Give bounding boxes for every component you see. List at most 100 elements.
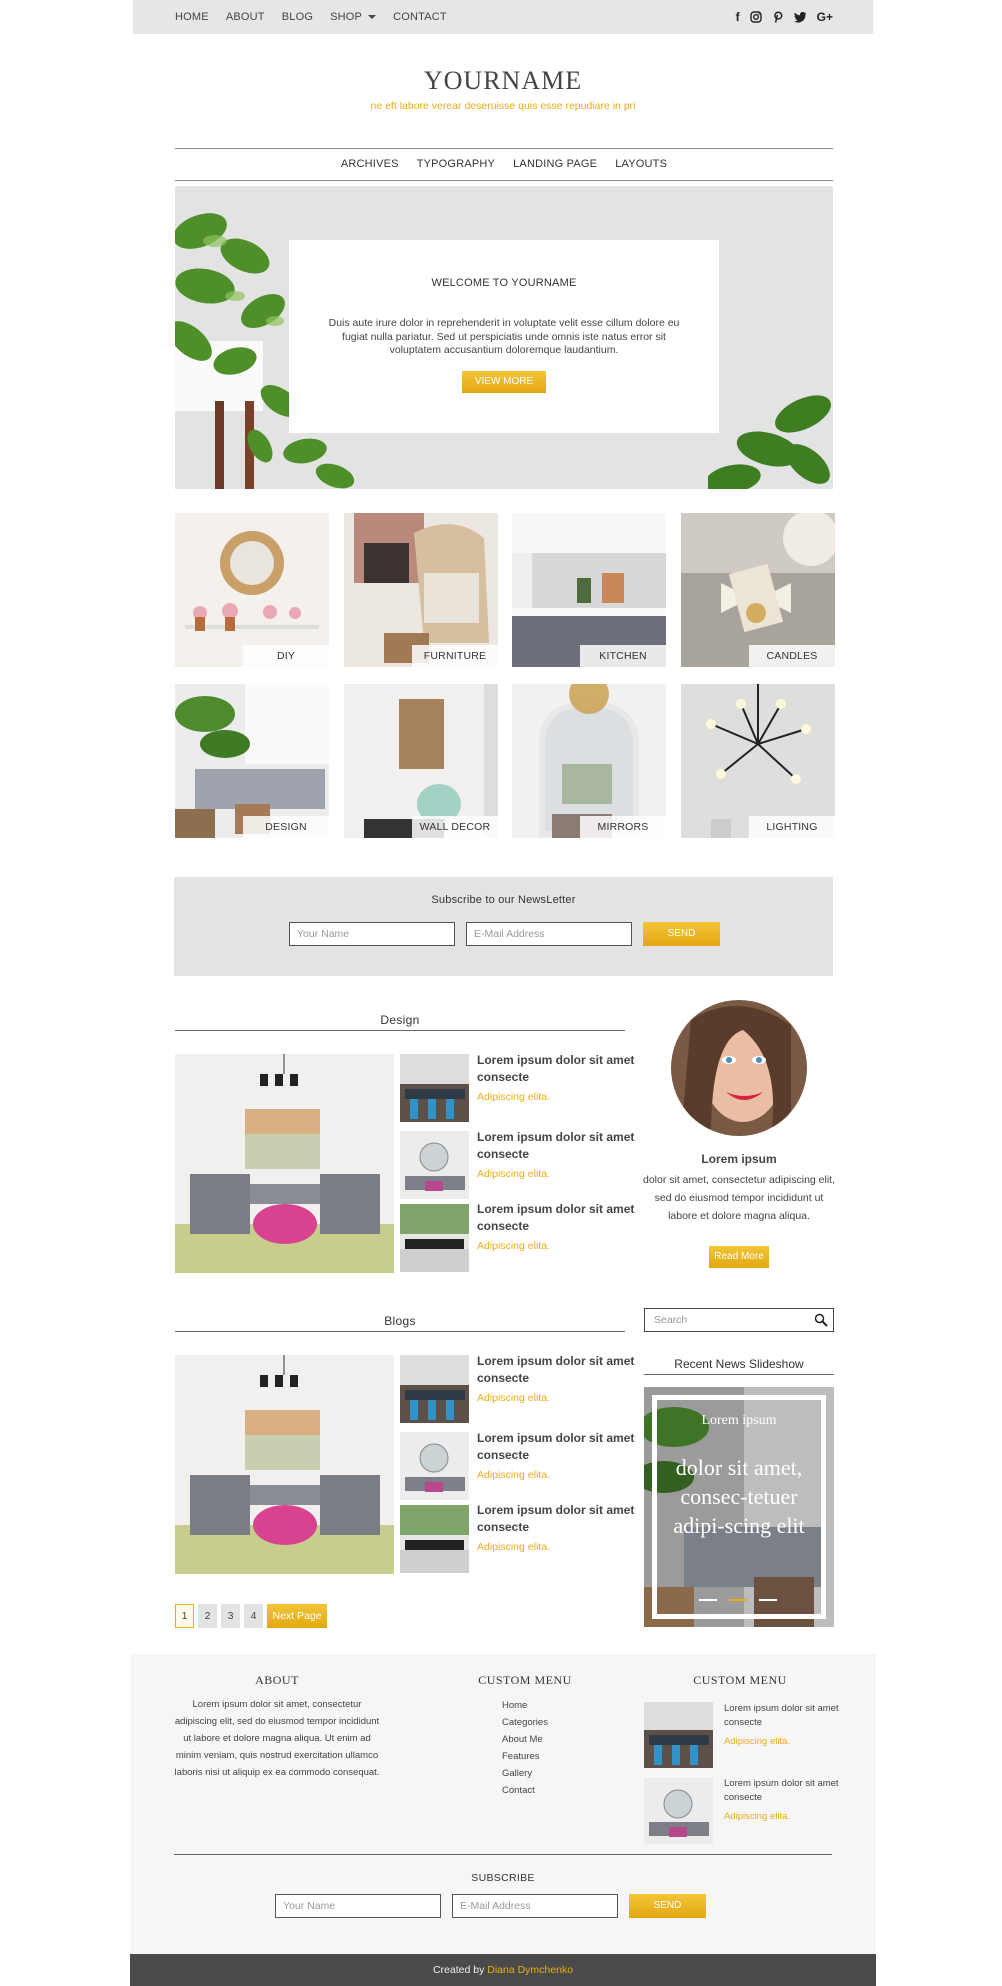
post-thumbnail[interactable]: [400, 1204, 469, 1272]
section-divider: [175, 1331, 625, 1332]
post-title[interactable]: Lorem ipsum dolor sit amet consecte: [477, 1201, 637, 1235]
section-divider: [175, 1030, 625, 1031]
post-subtitle: Adipiscing elita.: [477, 1392, 550, 1404]
slide-dot-active[interactable]: [729, 1599, 747, 1601]
google-plus-icon[interactable]: G+: [817, 10, 833, 24]
post-thumbnail[interactable]: [400, 1432, 469, 1500]
footer-menu-features[interactable]: Features: [502, 1748, 548, 1765]
main-nav: ARCHIVES TYPOGRAPHY LANDING PAGE LAYOUTS: [175, 148, 833, 180]
mirror-room-thumb: [400, 1131, 469, 1199]
next-page-button[interactable]: Next Page: [267, 1604, 327, 1628]
post-title[interactable]: Lorem ipsum dolor sit amet consecte: [477, 1430, 637, 1464]
facebook-icon[interactable]: f: [736, 10, 740, 24]
avatar[interactable]: [671, 1000, 807, 1136]
category-tile-furniture[interactable]: FURNITURE: [344, 513, 498, 667]
page-2-button[interactable]: 2: [198, 1604, 217, 1628]
category-label: WALL DECOR: [412, 816, 498, 838]
post-title[interactable]: Lorem ipsum dolor sit amet consecte: [477, 1502, 637, 1536]
post-thumbnail[interactable]: [400, 1131, 469, 1199]
category-tile-wall-decor[interactable]: WALL DECOR: [344, 684, 498, 838]
category-tile-diy[interactable]: DIY: [175, 513, 329, 667]
footer-menu: Home Categories About Me Features Galler…: [502, 1697, 548, 1799]
nav-divider-bottom: [175, 180, 833, 181]
pinterest-icon[interactable]: [772, 11, 784, 23]
post-thumbnail[interactable]: [400, 1054, 469, 1122]
email-input[interactable]: E-Mail Address: [466, 922, 632, 946]
category-label: MIRRORS: [580, 816, 666, 838]
featured-post-image[interactable]: [175, 1355, 394, 1574]
post-title[interactable]: Lorem ipsum dolor sit amet consecte: [477, 1129, 637, 1163]
category-image: [175, 513, 329, 667]
footer-menu-home[interactable]: Home: [502, 1697, 548, 1714]
post-subtitle: Adipiscing elita.: [477, 1091, 550, 1103]
chevron-down-icon: [368, 15, 377, 20]
footer-post-thumbnail[interactable]: [644, 1778, 713, 1844]
post-title[interactable]: Lorem ipsum dolor sit amet consecte: [477, 1052, 637, 1086]
top-bar: HOME ABOUT BLOG SHOP CONTACT f G+: [133, 0, 873, 34]
topnav-home[interactable]: HOME: [175, 11, 209, 23]
footer-email-input[interactable]: E-Mail Address: [452, 1894, 618, 1918]
footer-subscribe-title: SUBSCRIBE: [471, 1872, 535, 1884]
living-room-image: [175, 1054, 394, 1273]
read-more-button[interactable]: Read More: [709, 1246, 769, 1268]
category-tile-candles[interactable]: CANDLES: [681, 513, 835, 667]
topnav-contact[interactable]: CONTACT: [393, 11, 447, 23]
topnav-blog[interactable]: BLOG: [282, 11, 313, 23]
slide-dot[interactable]: [759, 1599, 777, 1601]
top-nav: HOME ABOUT BLOG SHOP CONTACT: [175, 0, 464, 34]
category-image: [512, 684, 666, 838]
hero-title: WELCOME TO YOURNAME: [431, 277, 577, 289]
footer-post-subtitle: Adipiscing elita.: [724, 1736, 791, 1747]
footer-posts-title: CUSTOM MENU: [693, 1673, 787, 1687]
footer-menu-title: CUSTOM MENU: [478, 1673, 572, 1687]
footer-name-input[interactable]: Your Name: [275, 1894, 441, 1918]
page-1-button[interactable]: 1: [175, 1604, 194, 1628]
mainnav-layouts[interactable]: LAYOUTS: [615, 158, 667, 170]
footer-menu-gallery[interactable]: Gallery: [502, 1765, 548, 1782]
footer-menu-contact[interactable]: Contact: [502, 1782, 548, 1799]
footer-post-thumbnail[interactable]: [644, 1702, 713, 1768]
page-4-button[interactable]: 4: [244, 1604, 263, 1628]
section-divider: [644, 1374, 834, 1375]
twitter-icon[interactable]: [793, 11, 807, 23]
search-input[interactable]: Search: [644, 1308, 834, 1332]
instagram-icon[interactable]: [749, 11, 762, 23]
news-slideshow[interactable]: Lorem ipsum dolor sit amet, consec-tetue…: [644, 1387, 834, 1627]
search-icon[interactable]: [814, 1313, 828, 1327]
topnav-shop[interactable]: SHOP: [330, 11, 377, 23]
site-tagline: ne eft labore verear deseruisse quis ess…: [370, 100, 636, 112]
dining-room-thumb: [400, 1204, 469, 1272]
site-title[interactable]: YOURNAME: [133, 66, 873, 96]
page: HOME ABOUT BLOG SHOP CONTACT f G+ YOURNA…: [130, 0, 876, 1986]
post-thumbnail[interactable]: [400, 1505, 469, 1573]
category-tile-lighting[interactable]: LIGHTING: [681, 684, 835, 838]
topnav-shop-label: SHOP: [330, 11, 363, 23]
footer-menu-about-me[interactable]: About Me: [502, 1731, 548, 1748]
credit-author-link[interactable]: Diana Dymchenko: [487, 1964, 573, 1976]
category-label: LIGHTING: [749, 816, 835, 838]
view-more-button[interactable]: VIEW MORE: [462, 370, 546, 393]
post-thumbnail[interactable]: [400, 1355, 469, 1423]
name-input[interactable]: Your Name: [289, 922, 455, 946]
mainnav-landing-page[interactable]: LANDING PAGE: [513, 158, 597, 170]
featured-post-image[interactable]: [175, 1054, 394, 1273]
category-image: [175, 684, 329, 838]
category-tile-mirrors[interactable]: MIRRORS: [512, 684, 666, 838]
slide-caption-small: Lorem ipsum: [701, 1413, 777, 1428]
footer-menu-categories[interactable]: Categories: [502, 1714, 548, 1731]
send-button[interactable]: SEND: [643, 922, 720, 946]
category-tile-kitchen[interactable]: KITCHEN: [512, 513, 666, 667]
hero-banner: WELCOME TO YOURNAME Duis aute irure dolo…: [175, 186, 833, 489]
mainnav-typography[interactable]: TYPOGRAPHY: [417, 158, 495, 170]
footer-post-title[interactable]: Lorem ipsum dolor sit amet consecte: [724, 1702, 844, 1730]
post-title[interactable]: Lorem ipsum dolor sit amet consecte: [477, 1353, 637, 1387]
category-tile-design[interactable]: DESIGN: [175, 684, 329, 838]
slide-dot[interactable]: [699, 1599, 717, 1601]
mainnav-archives[interactable]: ARCHIVES: [341, 158, 399, 170]
topnav-about[interactable]: ABOUT: [226, 11, 265, 23]
footer-post-title[interactable]: Lorem ipsum dolor sit amet consecte: [724, 1777, 844, 1805]
dining-room-thumb: [400, 1505, 469, 1573]
hero-card: WELCOME TO YOURNAME Duis aute irure dolo…: [289, 240, 719, 433]
page-3-button[interactable]: 3: [221, 1604, 240, 1628]
footer-send-button[interactable]: SEND: [629, 1894, 706, 1918]
